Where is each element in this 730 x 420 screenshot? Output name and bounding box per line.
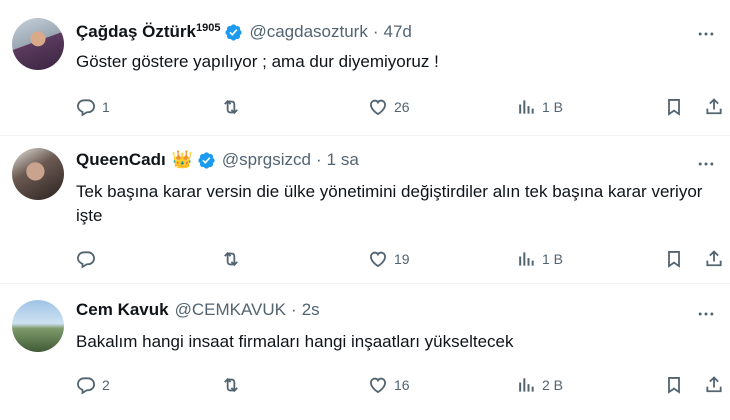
tweet[interactable]: Cem Kavuk @CEMKAVUK · 2s Bakalım hangi i… bbox=[0, 284, 730, 420]
separator: · bbox=[372, 22, 379, 41]
avatar[interactable] bbox=[12, 300, 64, 352]
views-icon bbox=[516, 375, 536, 395]
like-button[interactable]: 19 bbox=[368, 248, 410, 270]
handle[interactable]: @CEMKAVUK bbox=[175, 300, 286, 320]
tweet-actions: 1 26 1 B bbox=[76, 96, 726, 118]
views-icon bbox=[516, 97, 536, 117]
timestamp[interactable]: 47d bbox=[384, 22, 412, 42]
bookmark-icon bbox=[664, 249, 684, 269]
timestamp[interactable]: 2s bbox=[302, 300, 320, 320]
separator: · bbox=[291, 300, 297, 319]
timestamp[interactable]: 1 sa bbox=[327, 150, 359, 170]
like-count: 26 bbox=[394, 99, 410, 115]
display-name[interactable]: Cem Kavuk bbox=[76, 300, 169, 320]
share-icon bbox=[704, 97, 724, 117]
share-button[interactable] bbox=[704, 96, 724, 118]
like-icon bbox=[368, 375, 388, 395]
bookmark-icon bbox=[664, 375, 684, 395]
tweet-header: Cem Kavuk @CEMKAVUK · 2s bbox=[76, 300, 320, 320]
tweet-actions: 2 16 2 B bbox=[76, 374, 726, 396]
display-name[interactable]: QueenCadı bbox=[76, 150, 166, 170]
display-name[interactable]: Çağdaş Öztürk1905 bbox=[76, 22, 220, 42]
tweet-header: QueenCadı 👑 @sprgsizcd · 1 sa bbox=[76, 150, 359, 170]
handle[interactable]: @sprgsizcd bbox=[222, 150, 311, 170]
share-button[interactable] bbox=[704, 248, 724, 270]
views-button[interactable]: 2 B bbox=[516, 374, 563, 396]
tweet-text: Tek başına karar versin die ülke yönetim… bbox=[76, 182, 703, 225]
bookmark-button[interactable] bbox=[664, 96, 684, 118]
bookmark-icon bbox=[664, 97, 684, 117]
like-icon bbox=[368, 97, 388, 117]
like-count: 16 bbox=[394, 377, 410, 393]
verified-icon bbox=[198, 151, 215, 169]
tweet-text: Bakalım hangi insaat firmaları hangi inş… bbox=[76, 332, 514, 351]
share-icon bbox=[704, 249, 724, 269]
tweet-actions: 19 1 B bbox=[76, 248, 726, 270]
avatar[interactable] bbox=[12, 18, 64, 70]
reply-count: 2 bbox=[102, 377, 110, 393]
reply-button[interactable]: 1 bbox=[76, 96, 110, 118]
like-count: 19 bbox=[394, 251, 410, 267]
more-icon[interactable] bbox=[696, 24, 716, 44]
share-icon bbox=[704, 375, 724, 395]
views-icon bbox=[516, 249, 536, 269]
views-button[interactable]: 1 B bbox=[516, 248, 563, 270]
retweet-icon bbox=[221, 249, 241, 269]
retweet-button[interactable] bbox=[221, 248, 247, 270]
like-button[interactable]: 16 bbox=[368, 374, 410, 396]
more-icon[interactable] bbox=[696, 154, 716, 174]
retweet-button[interactable] bbox=[221, 96, 247, 118]
retweet-icon bbox=[221, 97, 241, 117]
more-icon[interactable] bbox=[696, 304, 716, 324]
views-button[interactable]: 1 B bbox=[516, 96, 563, 118]
avatar[interactable] bbox=[12, 148, 64, 200]
bookmark-button[interactable] bbox=[664, 248, 684, 270]
separator: · bbox=[315, 150, 322, 169]
tweet[interactable]: QueenCadı 👑 @sprgsizcd · 1 sa Tek başına… bbox=[0, 136, 730, 284]
verified-icon bbox=[225, 23, 243, 41]
tweet-feed: Çağdaş Öztürk1905 @cagdasozturk · 47d Gö… bbox=[0, 0, 730, 420]
tweet-header: Çağdaş Öztürk1905 @cagdasozturk · 47d bbox=[76, 22, 412, 42]
display-name-sup: 1905 bbox=[195, 22, 221, 34]
handle[interactable]: @cagdasozturk bbox=[249, 22, 367, 42]
bookmark-button[interactable] bbox=[664, 374, 684, 396]
crown-icon: 👑 bbox=[171, 150, 193, 169]
like-button[interactable]: 26 bbox=[368, 96, 410, 118]
tweet[interactable]: Çağdaş Öztürk1905 @cagdasozturk · 47d Gö… bbox=[0, 0, 730, 136]
reply-icon bbox=[76, 249, 96, 269]
share-button[interactable] bbox=[704, 374, 724, 396]
view-count: 2 B bbox=[542, 377, 564, 393]
view-count: 1 B bbox=[542, 251, 564, 267]
retweet-button[interactable] bbox=[221, 374, 247, 396]
reply-button[interactable] bbox=[76, 248, 102, 270]
like-icon bbox=[368, 249, 388, 269]
tweet-text: Göster göstere yapılıyor ; ama dur diyem… bbox=[76, 52, 439, 71]
retweet-icon bbox=[221, 375, 241, 395]
reply-count: 1 bbox=[102, 99, 110, 115]
display-name-text: Çağdaş Öztürk bbox=[76, 22, 196, 41]
reply-button[interactable]: 2 bbox=[76, 374, 110, 396]
reply-icon bbox=[76, 97, 96, 117]
reply-icon bbox=[76, 375, 96, 395]
view-count: 1 B bbox=[542, 99, 564, 115]
